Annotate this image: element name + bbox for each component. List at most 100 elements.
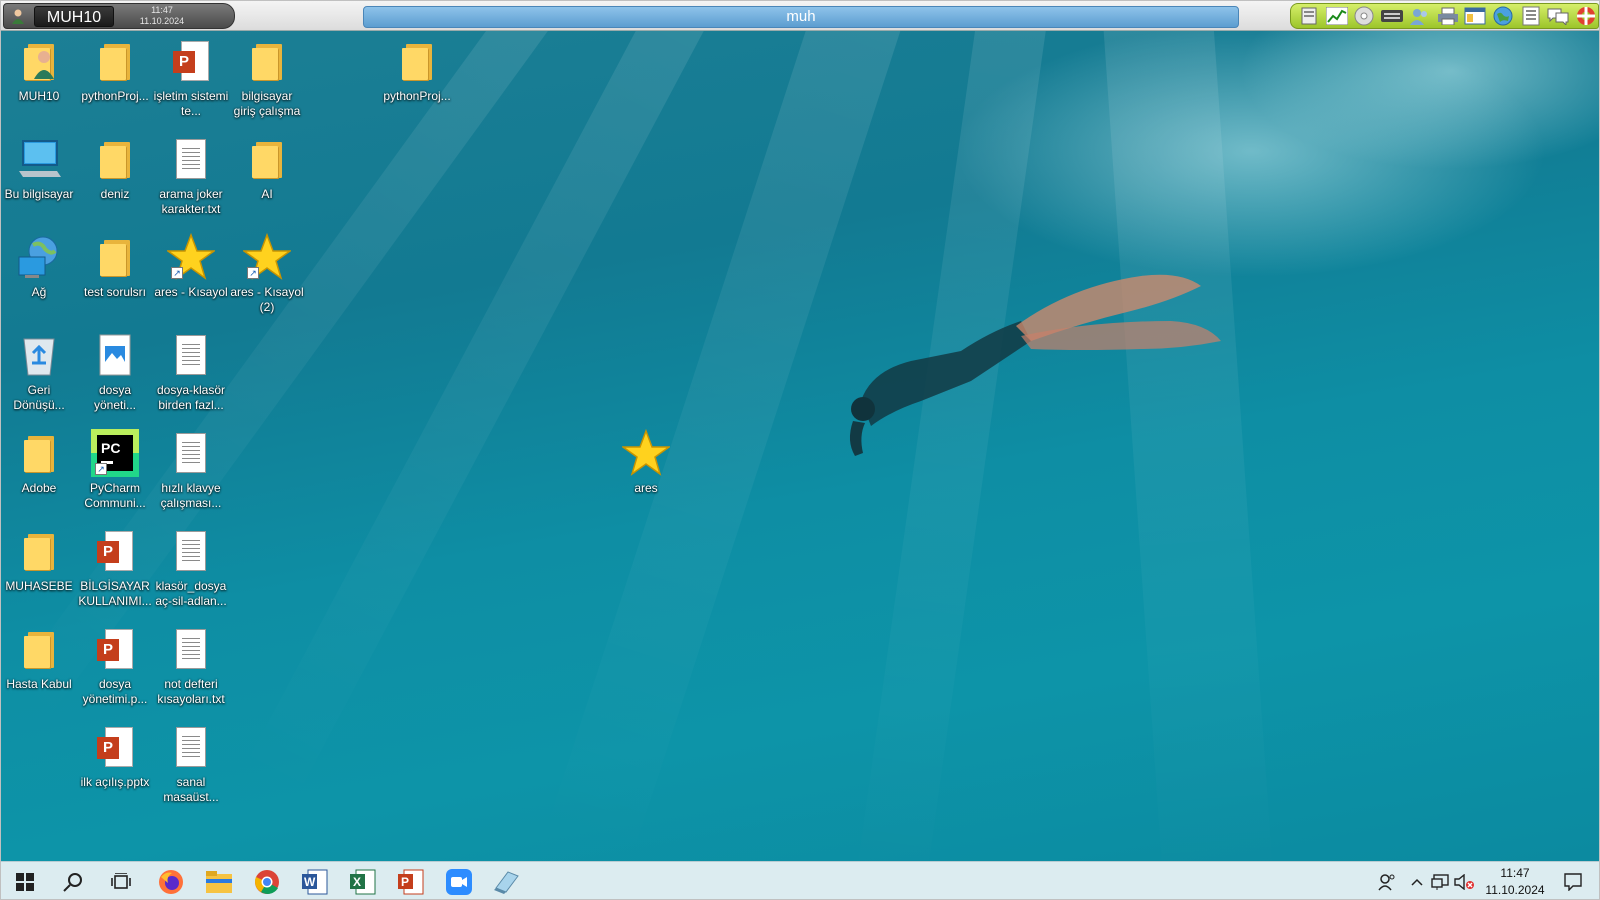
desktop-icon-ilk-acilis[interactable]: P ilk açılış.pptx (77, 723, 153, 819)
printer-icon[interactable] (1436, 6, 1460, 26)
search-button[interactable] (49, 862, 97, 899)
desktop-icon-ares[interactable]: ares (608, 429, 684, 525)
desktop-icon-ai[interactable]: AI (229, 135, 305, 231)
folder-icon (243, 37, 291, 85)
users-icon[interactable] (1408, 6, 1432, 26)
desktop-icon-deniz[interactable]: deniz (77, 135, 153, 231)
powerpoint-button[interactable]: P (387, 862, 435, 899)
window-icon[interactable] (1463, 6, 1487, 26)
lifebuoy-icon[interactable] (1574, 6, 1598, 26)
desktop-wallpaper[interactable]: MUH10 Bu bilgisayar Ağ Geri Dönüşü... Ad… (1, 31, 1599, 861)
taskbar: W X P 11:47 11.10.2024 (1, 861, 1599, 899)
volume-button[interactable] (1453, 862, 1475, 899)
chrome-button[interactable] (243, 862, 291, 899)
desktop-icon-pythonproj-1[interactable]: pythonProj... (77, 37, 153, 133)
icon-label: ares (634, 481, 658, 495)
diver-image (849, 274, 1221, 456)
people-button[interactable] (1373, 862, 1401, 899)
session-title[interactable]: muh (363, 6, 1239, 28)
desktop-icon-dosya-klasor[interactable]: dosya-klasör birden fazl... (153, 331, 229, 427)
folder-icon (91, 37, 139, 85)
desktop-icon-bu-bilgisayar[interactable]: Bu bilgisayar (1, 135, 77, 231)
file-explorer-button[interactable] (195, 862, 243, 899)
network-tray-button[interactable] (1429, 862, 1451, 899)
zoom-icon (446, 869, 472, 895)
icon-label: test sorulsrı (83, 285, 146, 299)
excel-button[interactable]: X (339, 862, 387, 899)
task-view-button[interactable] (97, 862, 145, 899)
volume-muted-icon (1454, 874, 1474, 890)
chart-icon[interactable] (1325, 6, 1349, 26)
desktop-icon-dosya-yoneti[interactable]: dosya yöneti... (77, 331, 153, 427)
session-host-button[interactable]: MUH10 (34, 6, 114, 27)
desktop-icon-hasta-kabul[interactable]: Hasta Kabul (1, 625, 77, 721)
icon-label: dosya yöneti... (93, 383, 137, 412)
icon-label: dosya yönetimi.p... (82, 677, 148, 706)
recycle-bin-icon (15, 331, 63, 379)
keyboard-icon[interactable] (1380, 6, 1404, 26)
word-icon: W (302, 869, 328, 895)
icon-label: Geri Dönüşü... (13, 383, 65, 412)
list-icon[interactable] (1519, 6, 1543, 26)
clock-date: 11.10.2024 (1485, 883, 1545, 897)
text-file-icon (167, 135, 215, 183)
session-time: 11:47 (151, 5, 173, 15)
desktop-icon-test-sorulsri[interactable]: test sorulsrı (77, 233, 153, 329)
desktop-icon-sanal-masaust[interactable]: sanal masaüst... (153, 723, 229, 819)
desktop-icon-bilgisayar-kullanimi[interactable]: P BİLGİSAYAR KULLANIMI... (77, 527, 153, 623)
action-center-button[interactable] (1557, 862, 1589, 899)
powerpoint-file-icon: P (91, 527, 139, 575)
folder-icon (15, 527, 63, 575)
folder-icon (15, 429, 63, 477)
desktop-icon-klasor-dosya[interactable]: klasör_dosya aç-sil-adlan... (153, 527, 229, 623)
desktop-icon-geri-donusum[interactable]: Geri Dönüşü... (1, 331, 77, 427)
desktop-icon-hizli-klavye[interactable]: hızlı klavye çalışması... (153, 429, 229, 525)
firefox-icon (159, 870, 183, 894)
desktop-icon-not-defteri[interactable]: not defteri kısayoları.txt (153, 625, 229, 721)
eraser-app-button[interactable] (483, 862, 531, 899)
powerpoint-file-icon: P (91, 625, 139, 673)
desktop-icon-ares-kisayol[interactable]: ↗ ares - Kısayol (153, 233, 229, 329)
desktop-icon-ares-kisayol-2[interactable]: ↗ ares - Kısayol (2) (229, 233, 305, 329)
firefox-button[interactable] (147, 862, 195, 899)
svg-text:PC: PC (101, 440, 120, 456)
icon-label: PyCharm Communi... (84, 481, 146, 510)
show-hidden-icons-button[interactable] (1407, 862, 1427, 899)
user-icon[interactable] (10, 8, 26, 24)
desktop-icon-adobe[interactable]: Adobe (1, 429, 77, 525)
folder-icon (91, 135, 139, 183)
folder-icon (393, 37, 441, 85)
file-explorer-icon (206, 871, 232, 893)
desktop-icon-isletim-sistemi[interactable]: P işletim sistemi te... (153, 37, 229, 133)
icon-label: pythonProj... (81, 89, 149, 103)
zoom-button[interactable] (435, 862, 483, 899)
chevron-up-icon (1411, 878, 1423, 886)
start-icon (16, 873, 34, 891)
desktop-icon-bilgisayar-giris[interactable]: bilgisayar giriş çalışma (229, 37, 305, 133)
text-file-icon (167, 331, 215, 379)
icon-label: pythonProj... (383, 89, 451, 103)
desktop-icon-arama-joker[interactable]: arama joker karakter.txt (153, 135, 229, 231)
chrome-icon (255, 870, 279, 894)
taskbar-clock[interactable]: 11:47 11.10.2024 (1477, 865, 1553, 899)
desktop-icon-pycharm[interactable]: PC ↗ PyCharm Communi... (77, 429, 153, 525)
start-button[interactable] (1, 862, 49, 899)
desktop-icon-pythonproj-2[interactable]: pythonProj... (379, 37, 455, 133)
word-button[interactable]: W (291, 862, 339, 899)
session-tools (1290, 3, 1599, 29)
desktop-icon-muh10[interactable]: MUH10 (1, 37, 77, 133)
icon-label: işletim sistemi te... (153, 89, 229, 118)
disc-icon[interactable] (1352, 6, 1376, 26)
globe-icon[interactable] (1491, 6, 1515, 26)
screen: MUH10 11:47 11.10.2024 muh MUH10 Bu bilg… (0, 0, 1600, 900)
desktop-icon-ag[interactable]: Ağ (1, 233, 77, 329)
chat-icon[interactable] (1547, 6, 1571, 26)
desktop-icon-muhasebe[interactable]: MUHASEBE (1, 527, 77, 623)
session-info: MUH10 11:47 11.10.2024 (3, 3, 235, 29)
save-icon[interactable] (1297, 6, 1321, 26)
icon-label: deniz (100, 187, 130, 201)
desktop-icon-dosya-yonetimi-p[interactable]: P dosya yönetimi.p... (77, 625, 153, 721)
folder-icon (243, 135, 291, 183)
icon-label: Ağ (31, 285, 47, 299)
shortcut-arrow-icon: ↗ (247, 267, 259, 279)
